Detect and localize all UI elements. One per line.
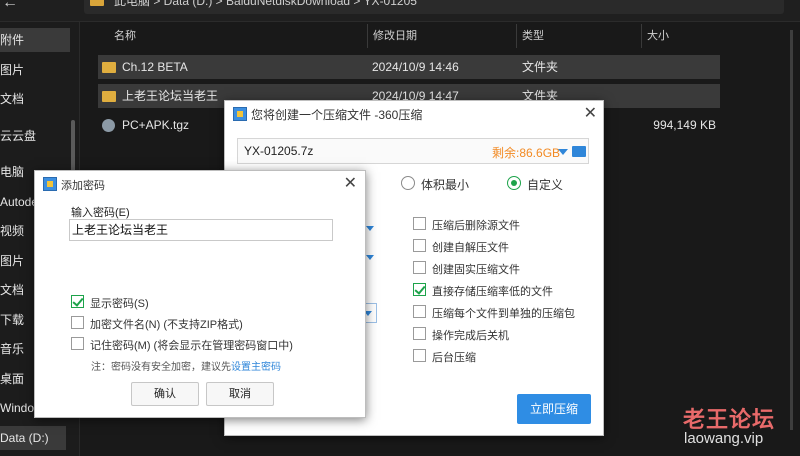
- column-header-name[interactable]: 名称: [114, 24, 136, 48]
- radio-circle[interactable]: [507, 176, 521, 190]
- password-dialog-title: 添加密码: [61, 180, 105, 192]
- cancel-button[interactable]: 取消: [206, 382, 274, 406]
- sidebar-item-cloud[interactable]: 云云盘: [0, 124, 70, 148]
- file-name: 上老王论坛当老王: [122, 89, 219, 103]
- option-label: 压缩后删除源文件: [432, 220, 520, 232]
- checkbox[interactable]: [413, 327, 426, 340]
- set-master-password-link[interactable]: 设置主密码: [231, 362, 281, 373]
- sidebar-item-pictures[interactable]: 图片: [0, 58, 70, 82]
- option-label: 加密文件名(N) (不支持ZIP格式): [90, 319, 243, 331]
- folder-icon: [102, 62, 116, 73]
- column-divider[interactable]: [367, 24, 368, 48]
- folder-icon: [102, 91, 116, 102]
- checkbox[interactable]: [71, 295, 84, 308]
- password-input-label: 输入密码(E): [71, 207, 130, 219]
- option-label: 压缩每个文件到单独的压缩包: [432, 308, 575, 320]
- content-scrollbar[interactable]: [790, 30, 793, 430]
- radio-label: 自定义: [527, 178, 564, 192]
- column-header-date[interactable]: 修改日期: [373, 24, 417, 48]
- password-input[interactable]: 上老王论坛当老王: [69, 219, 333, 241]
- checkbox[interactable]: [413, 261, 426, 274]
- free-space-label: 剩余:86.6GB: [492, 146, 561, 160]
- file-name: Ch.12 BETA: [122, 60, 188, 74]
- option-label: 后台压缩: [432, 352, 476, 364]
- checkbox[interactable]: [413, 305, 426, 318]
- chevron-down-icon[interactable]: [366, 255, 374, 260]
- note-text: 注：密码没有安全加密，建议先: [91, 362, 231, 373]
- password-dialog-titlebar[interactable]: 添加密码 ✕: [35, 171, 365, 197]
- ok-button[interactable]: 确认: [131, 382, 199, 406]
- back-arrow-icon[interactable]: ←: [2, 0, 18, 12]
- sidebar-item-data-d[interactable]: Data (D:): [0, 426, 66, 450]
- checkbox[interactable]: [71, 316, 84, 329]
- folder-icon: [90, 0, 104, 6]
- column-divider[interactable]: [641, 24, 642, 48]
- chevron-down-icon[interactable]: [366, 226, 374, 231]
- archive-filename[interactable]: YX-01205.7z: [244, 144, 313, 158]
- security-note: 注：密码没有安全加密，建议先设置主密码: [91, 358, 281, 373]
- column-divider[interactable]: [516, 24, 517, 48]
- file-size: 994,149 KB: [653, 118, 716, 132]
- sidebar-item-documents[interactable]: 文档: [0, 87, 70, 111]
- option-label: 创建自解压文件: [432, 242, 509, 254]
- option-label: 显示密码(S): [90, 298, 149, 310]
- breadcrumb[interactable]: 此电脑 > Data (D:) > BaiduNetdiskDownload >…: [84, 0, 784, 14]
- option-label: 记住密码(M) (将会显示在管理密码窗口中): [90, 340, 293, 352]
- checkbox[interactable]: [413, 217, 426, 230]
- radio-label: 体积最小: [421, 178, 470, 192]
- compress-dialog-title: 您将创建一个压缩文件 -360压缩: [251, 108, 423, 122]
- archive-icon: [102, 119, 115, 132]
- file-date: 2024/10/9 14:46: [372, 60, 459, 74]
- 360zip-app-icon: [233, 107, 247, 121]
- close-icon[interactable]: ✕: [584, 103, 597, 123]
- checkbox[interactable]: [413, 239, 426, 252]
- column-header-size[interactable]: 大小: [647, 24, 669, 48]
- column-header-type[interactable]: 类型: [522, 24, 544, 48]
- checkbox[interactable]: [413, 283, 426, 296]
- compress-dialog-titlebar[interactable]: 您将创建一个压缩文件 -360压缩 ✕: [225, 101, 603, 127]
- file-name: PC+APK.tgz: [122, 118, 190, 132]
- option-label: 直接存储压缩率低的文件: [432, 286, 553, 298]
- 360zip-app-icon: [43, 177, 57, 191]
- add-password-dialog: 添加密码 ✕ 输入密码(E) 上老王论坛当老王 显示密码(S) 加密文件名(N)…: [34, 170, 366, 418]
- file-row[interactable]: Ch.12 BETA 2024/10/9 14:46 文件夹: [98, 55, 720, 79]
- checkbox[interactable]: [413, 349, 426, 362]
- browse-folder-icon[interactable]: [572, 146, 586, 157]
- checkbox[interactable]: [71, 337, 84, 350]
- chevron-down-icon[interactable]: [558, 149, 568, 155]
- radio-circle[interactable]: [401, 176, 415, 190]
- sidebar-item-attachments[interactable]: 附件: [0, 28, 70, 52]
- close-icon[interactable]: ✕: [344, 173, 357, 193]
- option-label: 操作完成后关机: [432, 330, 509, 342]
- option-label: 创建固实压缩文件: [432, 264, 520, 276]
- compress-now-button[interactable]: 立即压缩: [517, 394, 591, 424]
- file-type: 文件夹: [522, 60, 559, 74]
- archive-path-field[interactable]: YX-01205.7z 剩余:86.6GB: [237, 138, 589, 164]
- watermark-url: laowang.vip: [684, 430, 764, 447]
- breadcrumb-text: 此电脑 > Data (D:) > BaiduNetdiskDownload >…: [114, 0, 417, 8]
- address-bar-area: ← 此电脑 > Data (D:) > BaiduNetdiskDownload…: [0, 0, 800, 22]
